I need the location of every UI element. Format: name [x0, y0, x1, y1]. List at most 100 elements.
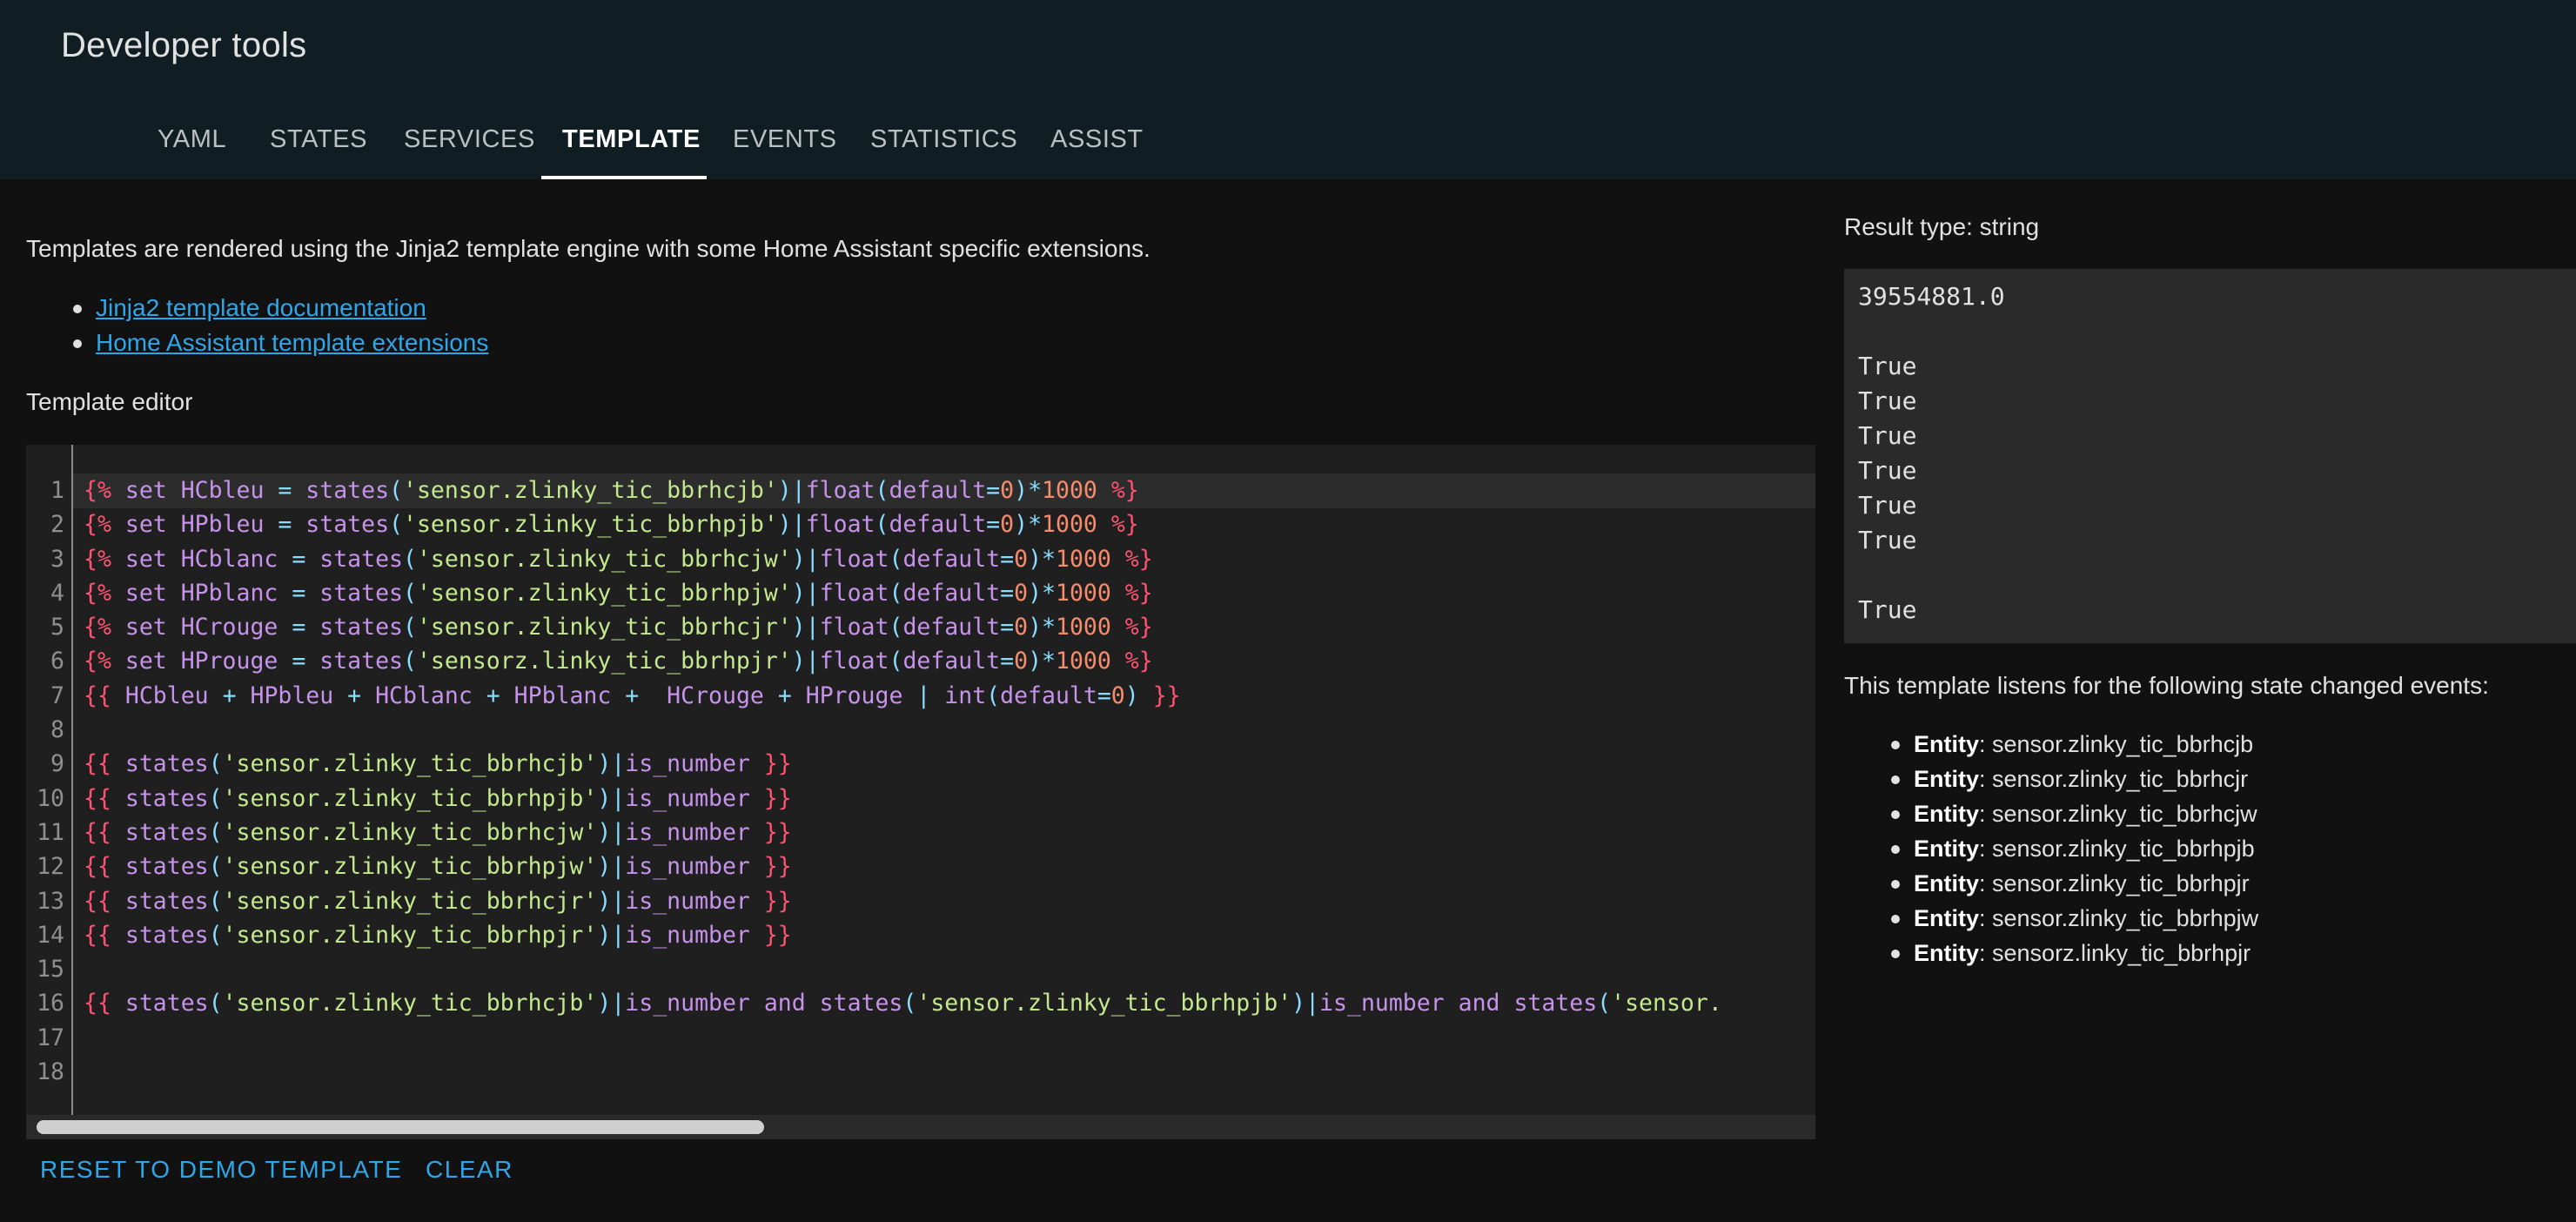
line-text[interactable]: {{ states('sensor.zlinky_tic_bbrhcjw')|i…	[84, 816, 792, 849]
tab-yaml[interactable]: YAML	[158, 104, 226, 179]
tab-states[interactable]: STATES	[270, 104, 367, 179]
line-number: 7	[50, 682, 64, 709]
result-line: True	[1858, 456, 1917, 485]
line-number: 3	[50, 545, 64, 573]
line-text[interactable]: {% set HCbleu = states('sensor.zlinky_ti…	[84, 473, 1139, 507]
line-number: 2	[50, 511, 64, 539]
entity-label: Entity	[1914, 731, 1980, 757]
result-line: True	[1858, 386, 1917, 415]
code-line[interactable]: 18	[26, 1055, 1815, 1089]
code-line[interactable]: 13 {{ states('sensor.zlinky_tic_bbrhcjr')…	[26, 884, 1815, 918]
result-line: True	[1858, 421, 1917, 450]
entity-item: Entity: sensor.zlinky_tic_bbrhcjw	[1844, 796, 2258, 831]
entity-list: Entity: sensor.zlinky_tic_bbrhcjb Entity:…	[1844, 727, 2258, 970]
code-line[interactable]: 9 {{ states('sensor.zlinky_tic_bbrhcjb')|…	[26, 747, 1815, 781]
entity-id: : sensorz.linky_tic_bbrhpjr	[1979, 940, 2251, 966]
line-number: 10	[37, 784, 64, 812]
entity-id: : sensor.zlinky_tic_bbrhpjw	[1979, 905, 2259, 931]
line-number: 1	[50, 477, 64, 504]
line-text[interactable]: {% set HCblanc = states('sensor.zlinky_t…	[84, 542, 1153, 576]
code-line[interactable]: 12 {{ states('sensor.zlinky_tic_bbrhpjw')…	[26, 849, 1815, 883]
result-line: True	[1858, 595, 1917, 624]
line-text[interactable]: {{ states('sensor.zlinky_tic_bbrhcjr')|i…	[84, 884, 792, 918]
tab-events[interactable]: EVENTS	[733, 104, 837, 179]
entity-label: Entity	[1914, 801, 1980, 827]
line-text[interactable]: {{ states('sensor.zlinky_tic_bbrhcjb')|i…	[84, 747, 792, 781]
reset-demo-template-button[interactable]: RESET TO DEMO TEMPLATE	[40, 1156, 402, 1184]
line-text[interactable]: {{ states('sensor.zlinky_tic_bbrhcjb')|i…	[84, 986, 1722, 1020]
listens-label: This template listens for the following …	[1844, 672, 2489, 699]
template-editor[interactable]: 1 {% set HCbleu = states('sensor.zlinky_t…	[26, 445, 1815, 1139]
result-type-label: Result type: string	[1844, 213, 2040, 240]
line-number: 8	[50, 716, 64, 744]
entity-id: : sensor.zlinky_tic_bbrhpjb	[1979, 836, 2255, 862]
code-line[interactable]: 16 {{ states('sensor.zlinky_tic_bbrhcjb')…	[26, 986, 1815, 1020]
code-line[interactable]: 5 {% set HCrouge = states('sensor.zlinky_…	[26, 610, 1815, 644]
line-number: 12	[37, 853, 64, 881]
list-item: Home Assistant template extensions	[26, 326, 488, 360]
code-line[interactable]: 4 {% set HPblanc = states('sensor.zlinky_…	[26, 576, 1815, 610]
code-line[interactable]: 2 {% set HPbleu = states('sensor.zlinky_t…	[26, 507, 1815, 541]
entity-label: Entity	[1914, 905, 1980, 931]
code-line[interactable]: 7 {{ HCbleu + HPbleu + HCblanc + HPblanc …	[26, 679, 1815, 713]
line-text[interactable]: {{ HCbleu + HPbleu + HCblanc + HPblanc +…	[84, 679, 1181, 713]
line-number: 4	[50, 579, 64, 607]
entity-id: : sensor.zlinky_tic_bbrhcjr	[1979, 766, 2249, 792]
code-line[interactable]: 1 {% set HCbleu = states('sensor.zlinky_t…	[26, 473, 1815, 507]
line-text[interactable]: {% set HPblanc = states('sensor.zlinky_t…	[84, 576, 1153, 610]
code-line[interactable]: 8	[26, 713, 1815, 747]
line-number: 11	[37, 818, 64, 846]
tab-template[interactable]: TEMPLATE	[562, 104, 701, 179]
entity-id: : sensor.zlinky_tic_bbrhcjb	[1979, 731, 2254, 757]
line-number: 9	[50, 750, 64, 778]
entity-id: : sensor.zlinky_tic_bbrhcjw	[1979, 801, 2257, 827]
line-text[interactable]: {% set HPbleu = states('sensor.zlinky_ti…	[84, 507, 1139, 541]
line-number: 5	[50, 614, 64, 641]
ha-template-extensions-link[interactable]: Home Assistant template extensions	[96, 329, 488, 356]
template-editor-label: Template editor	[26, 388, 193, 415]
result-line: True	[1858, 352, 1917, 380]
result-line: True	[1858, 526, 1917, 554]
clear-button[interactable]: CLEAR	[426, 1156, 513, 1184]
result-line: 39554881.0	[1858, 282, 2005, 311]
entity-id: : sensor.zlinky_tic_bbrhpjr	[1979, 870, 2250, 896]
entity-label: Entity	[1914, 766, 1980, 792]
entity-item: Entity: sensor.zlinky_tic_bbrhpjw	[1844, 901, 2258, 936]
code-line[interactable]: 3 {% set HCblanc = states('sensor.zlinky_…	[26, 542, 1815, 576]
line-text[interactable]: {{ states('sensor.zlinky_tic_bbrhpjb')|i…	[84, 782, 792, 816]
entity-item: Entity: sensor.zlinky_tic_bbrhcjb	[1844, 727, 2258, 762]
jinja2-docs-link[interactable]: Jinja2 template documentation	[96, 294, 426, 321]
top-app-bar: Developer tools YAML STATES SERVICES TEM…	[0, 0, 2576, 179]
code-line[interactable]: 10 {{ states('sensor.zlinky_tic_bbrhpjb')…	[26, 782, 1815, 816]
line-number: 16	[37, 990, 64, 1017]
scrollbar-thumb[interactable]	[37, 1120, 764, 1134]
code-line[interactable]: 15	[26, 952, 1815, 986]
line-text[interactable]: {{ states('sensor.zlinky_tic_bbrhpjr')|i…	[84, 918, 792, 952]
horizontal-scrollbar[interactable]	[26, 1115, 1815, 1139]
entity-label: Entity	[1914, 870, 1980, 896]
code-line[interactable]: 11 {{ states('sensor.zlinky_tic_bbrhcjw')…	[26, 816, 1815, 849]
code-area[interactable]: 1 {% set HCbleu = states('sensor.zlinky_t…	[26, 473, 1815, 1089]
line-number: 6	[50, 648, 64, 675]
code-line[interactable]: 6 {% set HProuge = states('sensorz.linky_…	[26, 644, 1815, 678]
line-text[interactable]: {% set HCrouge = states('sensor.zlinky_t…	[84, 610, 1153, 644]
doc-links: Jinja2 template documentation Home Assis…	[26, 291, 488, 360]
line-number: 14	[37, 921, 64, 949]
entity-label: Entity	[1914, 940, 1980, 966]
code-line[interactable]: 14 {{ states('sensor.zlinky_tic_bbrhpjr')…	[26, 918, 1815, 952]
line-text[interactable]: {{ states('sensor.zlinky_tic_bbrhpjw')|i…	[84, 849, 792, 883]
line-number: 17	[37, 1024, 64, 1051]
line-number: 13	[37, 887, 64, 915]
tab-services[interactable]: SERVICES	[404, 104, 535, 179]
tab-statistics[interactable]: STATISTICS	[870, 104, 1017, 179]
entity-item: Entity: sensor.zlinky_tic_bbrhcjr	[1844, 762, 2258, 796]
result-line: True	[1858, 491, 1917, 520]
line-number: 15	[37, 956, 64, 984]
list-item: Jinja2 template documentation	[26, 291, 488, 326]
line-text[interactable]: {% set HProuge = states('sensorz.linky_t…	[84, 644, 1153, 678]
entity-item: Entity: sensor.zlinky_tic_bbrhpjr	[1844, 866, 2258, 901]
code-line[interactable]: 17	[26, 1021, 1815, 1055]
active-tab-indicator	[541, 176, 707, 179]
result-output: 39554881.0 True True True True True True True	[1844, 269, 2576, 643]
tab-assist[interactable]: ASSIST	[1050, 104, 1144, 179]
